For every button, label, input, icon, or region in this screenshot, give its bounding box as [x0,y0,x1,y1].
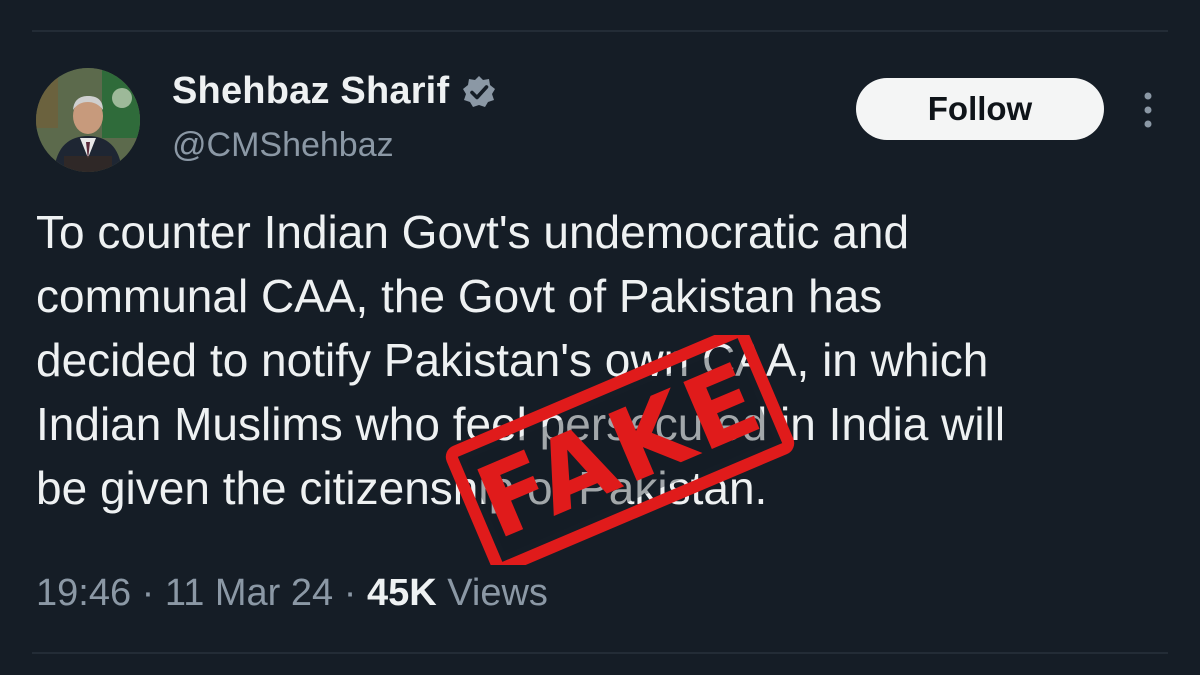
verified-badge-icon [463,75,496,107]
tweet-date[interactable]: 11 Mar 24 [165,572,333,614]
bottom-divider [32,652,1168,654]
tweet-time[interactable]: 19:46 [36,572,131,614]
more-options-icon[interactable] [1132,88,1164,132]
author-handle[interactable]: @CMShehbaz [172,126,394,165]
top-divider [32,30,1168,32]
meta-separator: · [343,572,357,614]
views-count[interactable]: 45K [367,572,437,614]
follow-button[interactable]: Follow [856,78,1104,140]
author-name-row: Shehbaz Sharif [172,70,497,113]
tweet-line: To counter Indian Govt's undemocratic an… [36,206,910,258]
avatar-image [36,68,140,172]
fake-stamp: FAKE [430,335,810,565]
meta-separator: · [141,572,155,614]
tweet-line: communal CAA, the Govt of Pakistan has [36,270,883,322]
avatar[interactable] [36,68,140,172]
author-name[interactable]: Shehbaz Sharif [172,70,449,113]
